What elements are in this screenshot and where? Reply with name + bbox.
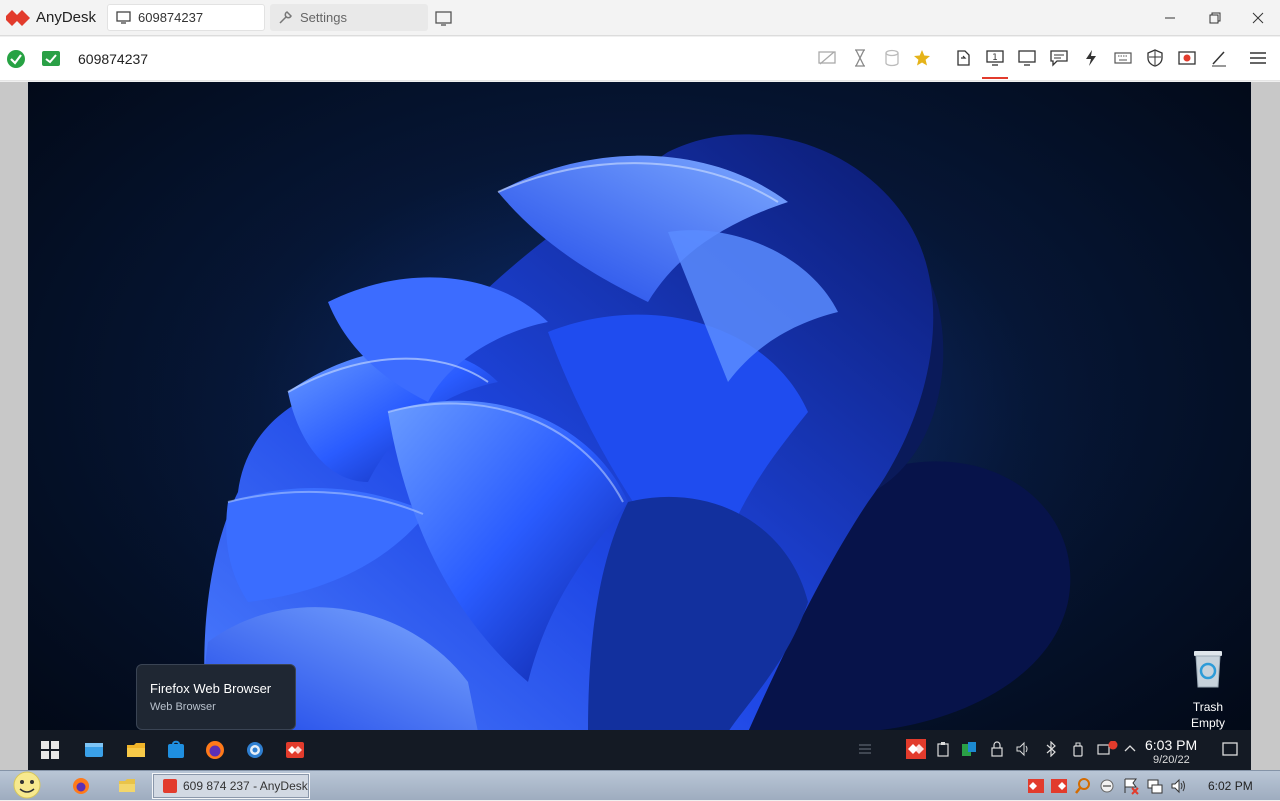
favorite-star-icon[interactable] xyxy=(911,47,933,69)
close-button[interactable] xyxy=(1246,6,1270,30)
disable-input-icon[interactable] xyxy=(816,47,838,69)
tray-status-icon[interactable] xyxy=(1098,777,1116,795)
privacy-icon[interactable] xyxy=(1144,47,1166,69)
file-manager-icon[interactable] xyxy=(126,740,146,760)
tray-bluetooth-icon[interactable] xyxy=(1043,741,1059,757)
firefox-icon[interactable] xyxy=(205,740,225,760)
tray-search-icon[interactable] xyxy=(1074,777,1092,795)
software-store-icon[interactable] xyxy=(166,740,186,760)
tray-anydesk-session-icon[interactable] xyxy=(1050,777,1068,795)
tray-menu-icon[interactable] xyxy=(857,741,873,757)
tray-update-icon[interactable] xyxy=(961,741,977,757)
tray-anydesk-icon[interactable] xyxy=(1027,777,1045,795)
restore-icon xyxy=(1209,12,1221,24)
remote-taskbar: 6:03 PM 9/20/22 xyxy=(28,730,1251,770)
firefox-tooltip: Firefox Web Browser Web Browser xyxy=(136,664,296,730)
tab-remote-label: 609874237 xyxy=(138,10,204,25)
tooltip-subtitle: Web Browser xyxy=(150,701,216,713)
app-name: AnyDesk xyxy=(36,9,97,26)
session-toolbar: 609874237 1 xyxy=(0,37,1280,81)
local-clock[interactable]: 6:02 PM xyxy=(1208,779,1253,793)
anydesk-app-icon xyxy=(163,779,177,793)
tray-volume-icon[interactable] xyxy=(1170,777,1188,795)
session-verified-icon xyxy=(42,51,60,66)
taskbar-item-anydesk[interactable]: 609 874 237 - AnyDesk xyxy=(152,773,310,799)
screen-mode-icon[interactable] xyxy=(1016,47,1038,69)
system-settings-icon[interactable] xyxy=(245,740,265,760)
start-menu-icon[interactable] xyxy=(40,740,60,760)
tray-anydesk-icon[interactable] xyxy=(906,739,926,759)
tray-clipboard-icon[interactable] xyxy=(935,741,951,757)
tray-usb-icon[interactable] xyxy=(1070,741,1086,757)
local-taskbar: 609 874 237 - AnyDesk 6:02 PM xyxy=(0,770,1280,800)
anydesk-titlebar: AnyDesk 609874237 Settings xyxy=(0,0,1280,36)
trash-label: Trash xyxy=(1192,700,1224,714)
folder-icon[interactable] xyxy=(118,777,136,795)
transfer-icon[interactable] xyxy=(952,47,974,69)
taskbar-item-label: 609 874 237 - AnyDesk xyxy=(183,779,308,793)
whiteboard-icon[interactable] xyxy=(1208,47,1230,69)
remote-view-area: Trash Empty Firefox Web Browser Web Brow… xyxy=(0,82,1280,770)
tray-expand-icon[interactable] xyxy=(1122,741,1138,757)
tray-volume-icon[interactable] xyxy=(1015,741,1031,757)
minimize-icon xyxy=(1165,17,1175,19)
start-face-icon[interactable] xyxy=(8,771,46,801)
connection-ok-icon xyxy=(7,50,25,68)
remote-clock-date[interactable]: 9/20/22 xyxy=(1153,754,1190,766)
bloom-wallpaper xyxy=(108,132,1148,732)
tab-settings-label: Settings xyxy=(300,10,347,25)
menu-icon[interactable] xyxy=(1247,47,1269,69)
active-tool-indicator xyxy=(982,77,1008,79)
database-icon[interactable] xyxy=(881,47,903,69)
tab-settings[interactable]: Settings xyxy=(270,4,428,31)
firefox-icon[interactable] xyxy=(72,777,90,795)
actions-icon[interactable] xyxy=(1080,47,1102,69)
chat-icon[interactable] xyxy=(1048,47,1070,69)
close-icon xyxy=(1252,12,1264,24)
tray-flag-icon[interactable] xyxy=(1122,777,1140,795)
remote-desktop[interactable]: Trash Empty Firefox Web Browser Web Brow… xyxy=(28,82,1251,770)
trash-icon xyxy=(1194,651,1222,688)
record-icon[interactable] xyxy=(1176,47,1198,69)
tray-network-icon[interactable] xyxy=(1146,777,1164,795)
trash-status: Empty xyxy=(1190,716,1225,730)
remote-clock-time[interactable]: 6:03 PM xyxy=(1145,737,1197,753)
tray-network-blocked-icon[interactable] xyxy=(1097,741,1119,757)
show-desktop-icon[interactable] xyxy=(1222,741,1238,757)
keyboard-icon[interactable] xyxy=(1112,47,1134,69)
new-session-icon[interactable] xyxy=(435,9,453,27)
desktop-switch-icon[interactable] xyxy=(84,740,104,760)
wrench-icon xyxy=(279,11,292,24)
minimize-button[interactable] xyxy=(1158,6,1182,30)
trash-desktop-icon[interactable]: Trash Empty xyxy=(1178,647,1238,731)
anydesk-logo-icon xyxy=(6,10,30,26)
tooltip-title: Firefox Web Browser xyxy=(150,681,272,696)
svg-text:1: 1 xyxy=(992,53,998,63)
display-icon[interactable]: 1 xyxy=(984,47,1006,69)
session-id: 609874237 xyxy=(78,51,149,67)
tab-remote-session[interactable]: 609874237 xyxy=(107,4,265,31)
hourglass-icon[interactable] xyxy=(849,47,871,69)
maximize-button[interactable] xyxy=(1203,6,1227,30)
tray-lock-icon[interactable] xyxy=(989,741,1005,757)
anydesk-app-icon[interactable] xyxy=(285,740,305,760)
monitor-icon xyxy=(116,11,131,24)
